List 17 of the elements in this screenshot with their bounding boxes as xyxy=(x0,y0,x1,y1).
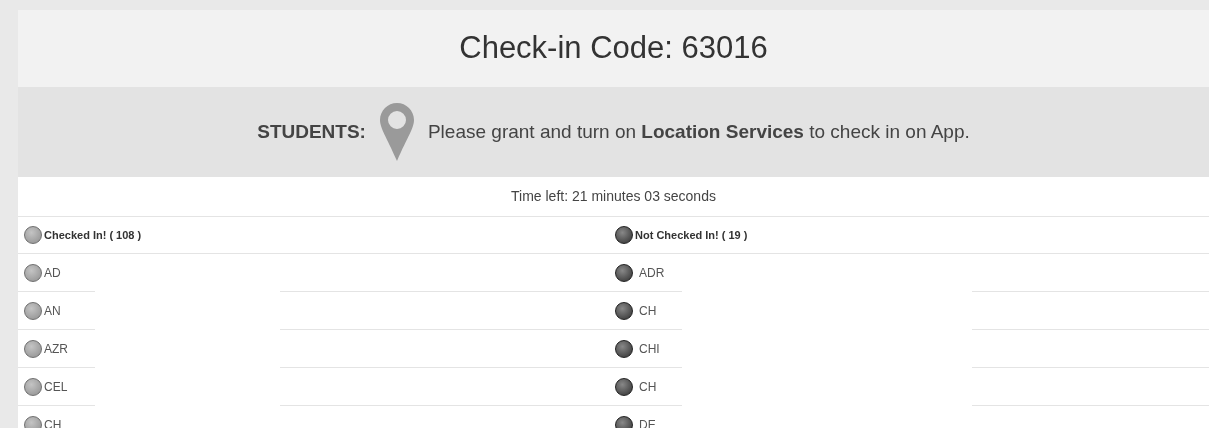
student-name: ADR xyxy=(639,264,665,282)
student-name: DE xyxy=(639,416,656,428)
column-heading: Not Checked In! ( 19 ) xyxy=(635,227,748,243)
student-name: AD xyxy=(44,264,61,282)
location-pin-icon xyxy=(379,103,414,161)
student-name: CH xyxy=(639,302,657,320)
notice-message: Please grant and turn on Location Services to check in on App. xyxy=(427,119,970,144)
column-heading: Checked In! ( 108 ) xyxy=(44,227,142,243)
student-name: AN xyxy=(44,302,61,320)
time-left: Time left: 21 minutes 03 seconds xyxy=(511,187,716,206)
page-title: Check-in Code: 63016 xyxy=(459,29,768,68)
notice-label: STUDENTS: xyxy=(257,119,366,144)
student-name: CH xyxy=(44,416,62,428)
student-name: CEL xyxy=(44,378,68,396)
student-name: CHI xyxy=(639,340,660,358)
student-name: AZR xyxy=(44,340,68,358)
student-name: CH xyxy=(639,378,657,396)
